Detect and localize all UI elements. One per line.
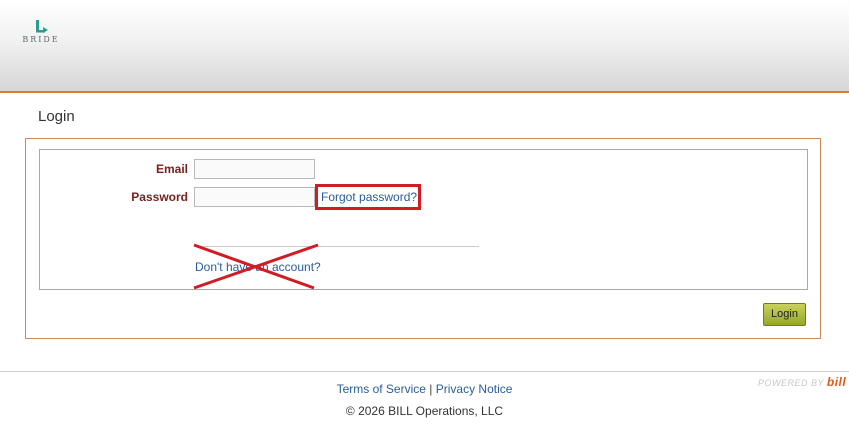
email-field[interactable] bbox=[194, 159, 315, 179]
footer-links: Terms of Service | Privacy Notice bbox=[0, 382, 849, 396]
brand-logo: BRIDE bbox=[18, 20, 64, 62]
terms-link[interactable]: Terms of Service bbox=[337, 382, 426, 396]
password-field[interactable] bbox=[194, 187, 315, 207]
password-label: Password bbox=[131, 190, 188, 204]
logo-mark-icon bbox=[36, 20, 48, 33]
privacy-link[interactable]: Privacy Notice bbox=[436, 382, 513, 396]
forgot-password-link[interactable]: Forgot password? bbox=[321, 190, 417, 204]
page-title: Login bbox=[38, 108, 75, 125]
cross-out-icon bbox=[193, 243, 319, 290]
footer-separator: | bbox=[429, 382, 433, 396]
footer-divider bbox=[0, 371, 849, 372]
email-label: Email bbox=[155, 162, 188, 176]
header-bar: BRIDE bbox=[0, 0, 849, 93]
logo-word: BRIDE bbox=[22, 35, 60, 44]
login-button[interactable]: Login bbox=[763, 303, 806, 326]
copyright-text: © 2026 BILL Operations, LLC bbox=[345, 404, 504, 418]
